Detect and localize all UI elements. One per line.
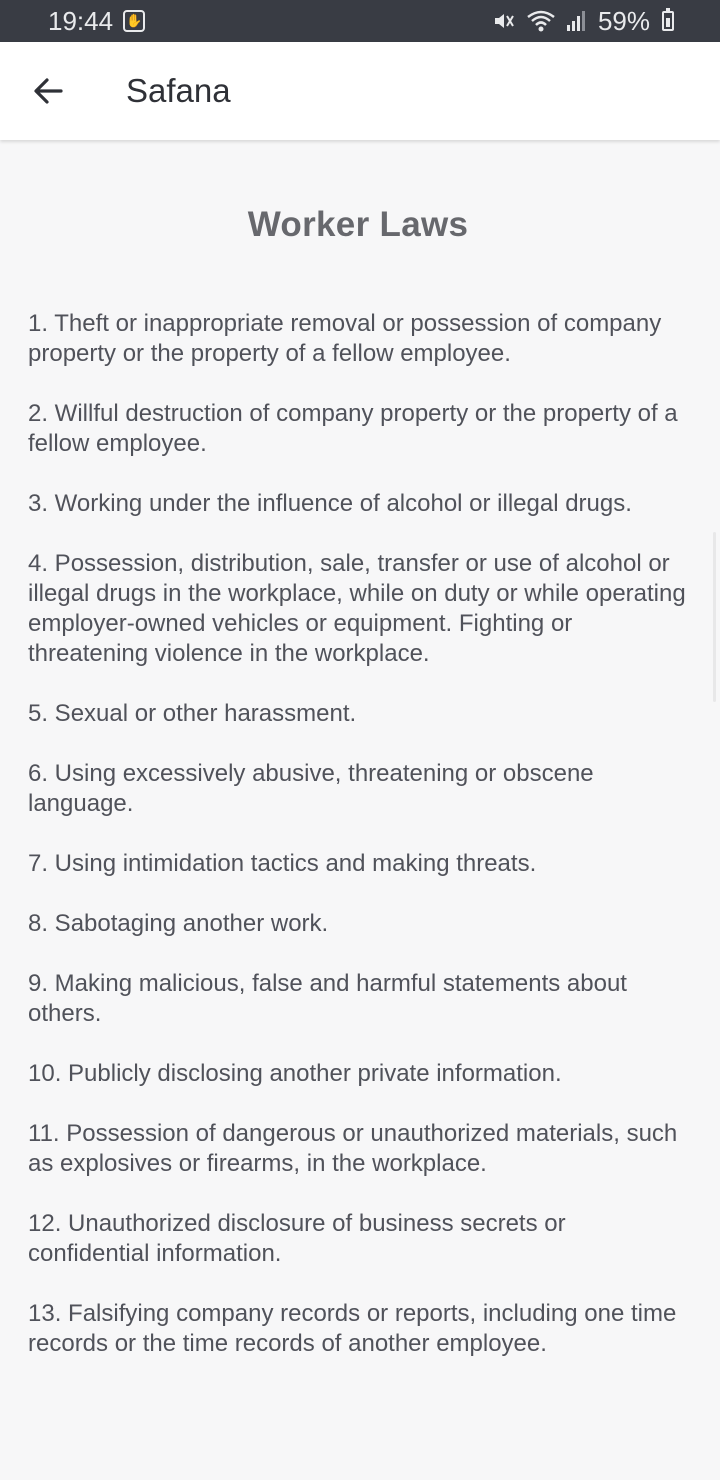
wifi-icon xyxy=(527,10,555,32)
mute-icon xyxy=(494,14,514,28)
law-item-4: 4. Possession, distribution, sale, trans… xyxy=(28,550,686,667)
main-content[interactable]: Worker Laws 1. Theft or inappropriate re… xyxy=(0,140,720,1480)
app-title: Safana xyxy=(126,72,231,109)
battery-charging-icon xyxy=(662,8,674,31)
law-item-8: 8. Sabotaging another work. xyxy=(28,910,329,937)
law-item-1: 1. Theft or inappropriate removal or pos… xyxy=(28,310,662,367)
law-item-11: 11. Possession of dangerous or unauthori… xyxy=(28,1120,678,1177)
page-title: Worker Laws xyxy=(247,205,469,244)
hand-notification-icon: ✋ xyxy=(123,10,146,32)
law-item-9: 9. Making malicious, false and harmful s… xyxy=(28,970,627,1027)
law-item-2: 2. Willful destruction of company proper… xyxy=(28,400,678,457)
scrollbar[interactable] xyxy=(713,532,716,702)
app-bar: Safana xyxy=(0,42,720,140)
battery-percentage: 59% xyxy=(597,5,650,36)
status-right: 59% xyxy=(492,6,674,37)
arrow-left-icon xyxy=(34,78,63,104)
law-item-13: 13. Falsifying company records or report… xyxy=(28,1300,677,1357)
laws-list: 1. Theft or inappropriate removal or pos… xyxy=(28,309,688,1359)
law-item-10: 10. Publicly disclosing another private … xyxy=(28,1060,562,1087)
law-item-6: 6. Using excessively abusive, threatenin… xyxy=(28,760,594,817)
law-item-7: 7. Using intimidation tactics and making… xyxy=(28,850,537,877)
law-item-12: 12. Unauthorized disclosure of business … xyxy=(28,1210,566,1267)
status-time: 19:44 xyxy=(48,5,114,36)
law-item-3: 3. Working under the influence of alcoho… xyxy=(28,490,632,517)
status-bar: 19:44 ✋ 59% xyxy=(0,0,720,42)
law-item-5: 5. Sexual or other harassment. xyxy=(28,700,357,727)
status-left: 19:44 ✋ xyxy=(48,5,146,37)
back-button[interactable] xyxy=(20,63,76,119)
signal-icon xyxy=(566,11,585,31)
